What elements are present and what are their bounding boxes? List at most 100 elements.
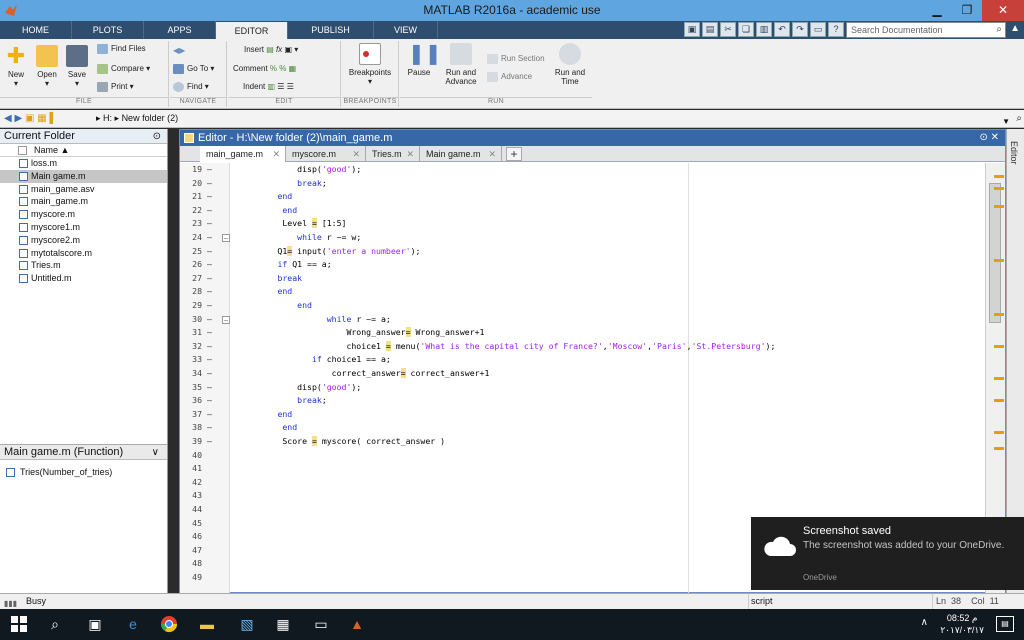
line-number[interactable]: 49 [182, 571, 202, 585]
code-line[interactable]: 30– – while r ~= a; [180, 313, 985, 327]
line-number[interactable]: 34 [182, 367, 202, 381]
breadcrumb-folder[interactable]: New folder (2) [122, 113, 179, 123]
warning-marker[interactable] [994, 187, 1004, 190]
code-line[interactable]: 41 [180, 462, 985, 476]
file-list-item[interactable]: loss.m [0, 157, 167, 170]
breadcrumb-drive[interactable]: H: [103, 113, 112, 123]
file-list-item[interactable]: main_game.asv [0, 183, 167, 196]
back-arrow-icon[interactable]: ◀ [4, 113, 12, 124]
editor-tab[interactable]: Main game.m ✕ [420, 146, 502, 162]
breakpoint-dash-icon[interactable]: – [207, 381, 212, 395]
code-line[interactable]: 43 [180, 489, 985, 503]
line-number[interactable]: 26 [182, 258, 202, 272]
taskbar-clock[interactable]: 08:52 م ٢٠١٧/٠٣/١٧ [940, 612, 984, 636]
code-line[interactable]: 20– break; [180, 177, 985, 191]
line-number[interactable]: 44 [182, 503, 202, 517]
code-line[interactable]: 36– break; [180, 394, 985, 408]
close-button[interactable]: ✕ [982, 0, 1024, 21]
comment-button[interactable]: Comment % % ▦ [233, 64, 296, 73]
tab-publish[interactable]: PUBLISH [288, 21, 374, 39]
code-line[interactable]: 39– Score = myscore( correct_answer ) [180, 435, 985, 449]
indent-button[interactable]: Indent ▥ ☰ ☰ [243, 82, 294, 91]
run-and-time-button[interactable]: Run and Time [550, 43, 590, 86]
line-number[interactable]: 41 [182, 462, 202, 476]
file-list-item[interactable]: Tries.m [0, 259, 167, 272]
line-number[interactable]: 30 [182, 313, 202, 327]
line-number[interactable]: 35 [182, 381, 202, 395]
save-quick-icon[interactable]: ▣ [684, 22, 700, 37]
tab-plots[interactable]: PLOTS [72, 21, 144, 39]
collapse-ribbon-icon[interactable]: ▲ [1010, 23, 1020, 34]
tab-close-icon[interactable]: ✕ [488, 146, 496, 162]
show-hidden-icons[interactable]: ∧ [921, 617, 928, 628]
details-toggle-icon[interactable]: ∨ [152, 445, 159, 460]
editor-controls[interactable]: ⊙ ✕ [979, 130, 999, 146]
breakpoint-dash-icon[interactable]: – [207, 313, 212, 327]
file-list-item[interactable]: mytotalscore.m [0, 247, 167, 260]
help-icon[interactable]: ? [828, 22, 844, 37]
breadcrumb[interactable]: ▸ H: ▸ New folder (2) [96, 110, 178, 127]
file-list-item[interactable]: main_game.m [0, 195, 167, 208]
open-button[interactable]: Open ▾ [34, 45, 60, 88]
code-fold-icon[interactable]: – [222, 315, 230, 324]
tab-close-icon[interactable]: ✕ [406, 146, 414, 162]
paste-icon[interactable]: ▥ [756, 22, 772, 37]
tab-close-icon[interactable]: ✕ [272, 146, 280, 162]
code-line[interactable]: 44 [180, 503, 985, 517]
code-line[interactable]: 42 [180, 476, 985, 490]
folder-parent-icon[interactable]: ▌ [49, 113, 56, 124]
edge-browser-icon[interactable]: e [122, 614, 144, 634]
print-button[interactable]: Print ▾ [97, 82, 134, 92]
code-line[interactable]: 28– end [180, 285, 985, 299]
breakpoint-dash-icon[interactable]: – [207, 177, 212, 191]
undo-icon[interactable]: ↶ [774, 22, 790, 37]
line-number[interactable]: 36 [182, 394, 202, 408]
run-and-advance-button[interactable]: Run and Advance [441, 43, 481, 86]
desktop-app-icon[interactable]: ▭ [310, 614, 332, 634]
search-taskbar-icon[interactable]: ⌕ [44, 614, 66, 634]
line-number[interactable]: 42 [182, 476, 202, 490]
line-number[interactable]: 31 [182, 326, 202, 340]
name-column-header[interactable]: Name ▲ [0, 144, 167, 157]
cut-icon[interactable]: ✂ [720, 22, 736, 37]
compare-button[interactable]: Compare ▾ [97, 64, 150, 74]
start-button[interactable] [8, 614, 30, 634]
line-number[interactable]: 25 [182, 245, 202, 259]
details-header[interactable]: Main game.m (Function) ∨ [0, 444, 167, 460]
editor-close-icon[interactable]: ✕ [991, 132, 999, 143]
file-list-item[interactable]: Untitled.m [0, 272, 167, 285]
run-section-button[interactable]: Run Section [487, 54, 545, 64]
breakpoint-dash-icon[interactable]: – [207, 408, 212, 422]
copy-icon[interactable]: ❏ [738, 22, 754, 37]
folder-navigation[interactable]: ◀ ▶ ▣ ▦ ▌ [4, 110, 57, 127]
tab-close-icon[interactable]: ✕ [352, 146, 360, 162]
insert-button[interactable]: Insert ▤ fx ▣ ▾ [244, 45, 298, 54]
chrome-icon[interactable] [158, 614, 180, 634]
breakpoint-dash-icon[interactable]: – [207, 163, 212, 177]
search-documentation-input[interactable]: Search Documentation ⌕ [846, 22, 1006, 38]
warning-marker[interactable] [994, 205, 1004, 208]
new-tab-button[interactable]: + [506, 147, 522, 161]
file-list-item[interactable]: Main game.m [0, 169, 167, 183]
editor-tab[interactable]: myscore.m ✕ [286, 146, 366, 162]
code-line[interactable]: 24– – while r ~= w; [180, 231, 985, 245]
forward-arrow-icon[interactable]: ▶ [14, 113, 22, 124]
warning-marker[interactable] [994, 345, 1004, 348]
line-number[interactable]: 20 [182, 177, 202, 191]
code-line[interactable]: 38– end [180, 421, 985, 435]
panel-actions-icon[interactable]: ⊙ [153, 129, 161, 144]
breakpoint-dash-icon[interactable]: – [207, 258, 212, 272]
breakpoint-dash-icon[interactable]: – [207, 326, 212, 340]
code-line[interactable]: 32– choice1 = menu('What is the capital … [180, 340, 985, 354]
tab-view[interactable]: VIEW [374, 21, 438, 39]
file-list-item[interactable]: myscore1.m [0, 221, 167, 234]
warning-marker[interactable] [994, 431, 1004, 434]
line-number[interactable]: 47 [182, 544, 202, 558]
editor-tab[interactable]: Tries.m ✕ [366, 146, 420, 162]
code-line[interactable]: 27– break [180, 272, 985, 286]
breakpoint-dash-icon[interactable]: – [207, 190, 212, 204]
line-number[interactable]: 45 [182, 517, 202, 531]
breakpoint-dash-icon[interactable]: – [207, 285, 212, 299]
line-number[interactable]: 39 [182, 435, 202, 449]
file-list-item[interactable]: myscore.m [0, 208, 167, 221]
